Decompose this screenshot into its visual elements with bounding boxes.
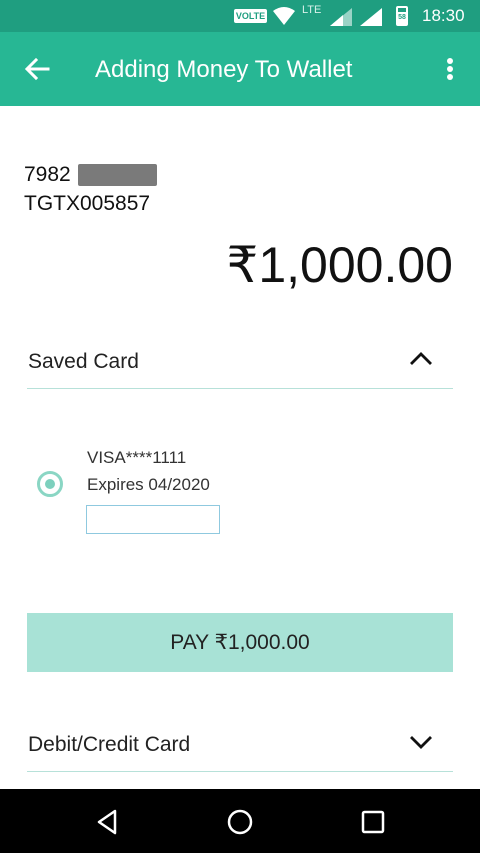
pay-button[interactable]: PAY ₹1,000.00 xyxy=(27,613,453,672)
card-radio-button[interactable] xyxy=(37,471,63,497)
chevron-down-icon xyxy=(410,736,432,749)
card-expiry: Expires 04/2020 xyxy=(87,475,210,494)
debit-credit-card-header[interactable]: Debit/Credit Card xyxy=(27,714,453,772)
status-bar: VOLTE LTE 58 18:30 xyxy=(0,0,480,32)
radio-selected-dot xyxy=(45,479,55,489)
system-nav-bar xyxy=(0,789,480,853)
amount-display: ₹1,000.00 xyxy=(226,237,453,293)
transaction-id: TGTX005857 xyxy=(24,192,151,215)
battery-icon: 58 xyxy=(396,6,408,26)
nav-recents-icon[interactable] xyxy=(358,807,388,837)
debit-credit-card-label: Debit/Credit Card xyxy=(28,733,191,756)
arrow-left-icon[interactable] xyxy=(22,54,52,84)
app-bar: Adding Money To Wallet xyxy=(0,32,480,106)
signal-icon xyxy=(330,8,352,26)
cvv-input[interactable] xyxy=(86,505,220,534)
chevron-up-icon xyxy=(410,352,432,365)
phone-number: 7982 xyxy=(24,163,71,186)
redaction-mask xyxy=(78,164,157,186)
volte-badge: VOLTE xyxy=(234,9,267,23)
network-type-label: LTE xyxy=(302,4,322,16)
signal-icon xyxy=(360,8,382,26)
nav-back-icon[interactable] xyxy=(93,807,123,837)
saved-card-header[interactable]: Saved Card xyxy=(27,331,453,389)
page-title: Adding Money To Wallet xyxy=(95,56,353,83)
saved-card-label: Saved Card xyxy=(28,350,139,373)
clock: 18:30 xyxy=(422,6,465,25)
nav-home-icon[interactable] xyxy=(225,807,255,837)
more-vert-icon[interactable] xyxy=(438,54,462,84)
wifi-icon xyxy=(273,7,295,25)
card-number: VISA****1111 xyxy=(87,448,187,467)
